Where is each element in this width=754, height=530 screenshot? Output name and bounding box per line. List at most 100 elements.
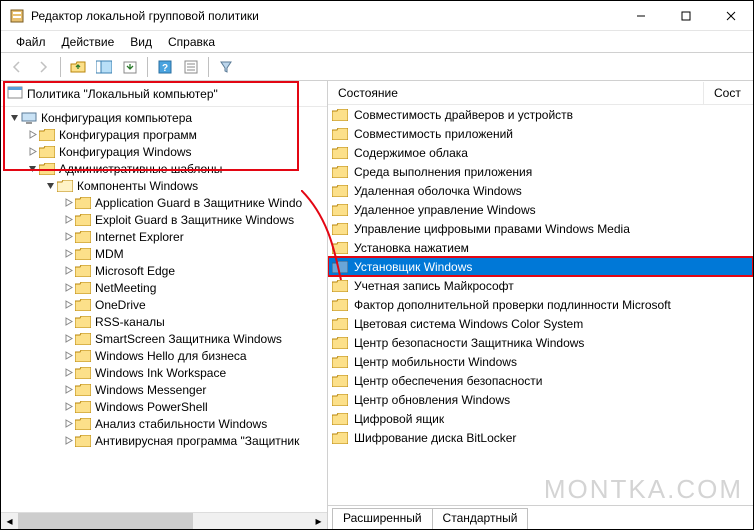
chevron-right-icon[interactable] bbox=[61, 383, 75, 397]
list-item-label: Центр безопасности Защитника Windows bbox=[354, 336, 584, 350]
column-header-state2[interactable]: Сост bbox=[703, 82, 753, 104]
list-item[interactable]: Учетная запись Майкрософт bbox=[328, 276, 753, 295]
tree-item[interactable]: Microsoft Edge bbox=[95, 264, 175, 278]
folder-icon bbox=[332, 375, 348, 387]
chevron-right-icon[interactable] bbox=[61, 213, 75, 227]
chevron-right-icon[interactable] bbox=[61, 264, 75, 278]
separator bbox=[147, 57, 148, 77]
chevron-right-icon[interactable] bbox=[61, 230, 75, 244]
list-item[interactable]: Установщик Windows bbox=[328, 257, 753, 276]
chevron-down-icon[interactable] bbox=[43, 179, 57, 193]
chevron-right-icon[interactable] bbox=[61, 366, 75, 380]
folder-icon bbox=[75, 384, 91, 396]
forward-button[interactable] bbox=[31, 55, 55, 79]
filter-button[interactable] bbox=[214, 55, 238, 79]
tree-item[interactable]: Application Guard в Защитнике Windo bbox=[95, 196, 302, 210]
list-item-label: Совместимость приложений bbox=[354, 127, 513, 141]
tree-item[interactable]: Конфигурация компьютера bbox=[41, 111, 192, 125]
chevron-right-icon[interactable] bbox=[25, 145, 39, 159]
list-item-label: Цветовая система Windows Color System bbox=[354, 317, 583, 331]
properties-button[interactable] bbox=[179, 55, 203, 79]
chevron-right-icon[interactable] bbox=[61, 332, 75, 346]
list-item[interactable]: Центр обеспечения безопасности bbox=[328, 371, 753, 390]
list-item[interactable]: Удаленная оболочка Windows bbox=[328, 181, 753, 200]
scroll-left-icon[interactable]: ◂ bbox=[1, 513, 18, 530]
tree-item[interactable]: OneDrive bbox=[95, 298, 146, 312]
chevron-right-icon[interactable] bbox=[61, 247, 75, 261]
menu-file[interactable]: Файл bbox=[9, 33, 53, 51]
tree-root-label[interactable]: Политика "Локальный компьютер" bbox=[27, 87, 218, 101]
tree-item[interactable]: Конфигурация программ bbox=[59, 128, 197, 142]
chevron-right-icon[interactable] bbox=[61, 196, 75, 210]
list-item[interactable]: Центр обновления Windows bbox=[328, 390, 753, 409]
tree-item[interactable]: Windows PowerShell bbox=[95, 400, 208, 414]
list-item[interactable]: Среда выполнения приложения bbox=[328, 162, 753, 181]
gpo-console-icon bbox=[7, 85, 23, 102]
tab-extended[interactable]: Расширенный bbox=[332, 508, 433, 529]
tree-item[interactable]: Internet Explorer bbox=[95, 230, 184, 244]
chevron-right-icon[interactable] bbox=[61, 281, 75, 295]
chevron-right-icon[interactable] bbox=[61, 349, 75, 363]
chevron-right-icon[interactable] bbox=[61, 315, 75, 329]
list-item[interactable]: Центр мобильности Windows bbox=[328, 352, 753, 371]
list-item-label: Цифровой ящик bbox=[354, 412, 444, 426]
tab-standard[interactable]: Стандартный bbox=[432, 508, 529, 529]
menu-help[interactable]: Справка bbox=[161, 33, 222, 51]
chevron-down-icon[interactable] bbox=[25, 162, 39, 176]
tree-item[interactable]: Административные шаблоны bbox=[59, 162, 222, 176]
list-item-label: Центр обеспечения безопасности bbox=[354, 374, 543, 388]
folder-icon bbox=[75, 282, 91, 294]
tree-item[interactable]: Windows Messenger bbox=[95, 383, 206, 397]
tree-item-selected[interactable]: Компоненты Windows bbox=[77, 179, 198, 193]
close-button[interactable] bbox=[708, 1, 753, 31]
list-pane: Состояние Сост Совместимость драйверов и… bbox=[328, 81, 753, 529]
list-item[interactable]: Установка нажатием bbox=[328, 238, 753, 257]
menu-view[interactable]: Вид bbox=[123, 33, 159, 51]
chevron-right-icon[interactable] bbox=[25, 128, 39, 142]
list-item[interactable]: Удаленное управление Windows bbox=[328, 200, 753, 219]
tree-item[interactable]: MDM bbox=[95, 247, 124, 261]
export-list-button[interactable] bbox=[118, 55, 142, 79]
list-item[interactable]: Совместимость драйверов и устройств bbox=[328, 105, 753, 124]
horizontal-scrollbar[interactable]: ◂ ▸ bbox=[1, 512, 327, 529]
up-folder-button[interactable] bbox=[66, 55, 90, 79]
list-item[interactable]: Фактор дополнительной проверки подлиннос… bbox=[328, 295, 753, 314]
chevron-down-icon[interactable] bbox=[7, 111, 21, 125]
separator bbox=[60, 57, 61, 77]
scroll-right-icon[interactable]: ▸ bbox=[310, 513, 327, 530]
help-button[interactable]: ? bbox=[153, 55, 177, 79]
tree-item[interactable]: Антивирусная программа "Защитник bbox=[95, 434, 299, 448]
list-item[interactable]: Цифровой ящик bbox=[328, 409, 753, 428]
back-button[interactable] bbox=[5, 55, 29, 79]
tree-item[interactable]: Windows Hello для бизнеса bbox=[95, 349, 247, 363]
minimize-button[interactable] bbox=[618, 1, 663, 31]
list-item-label: Удаленное управление Windows bbox=[354, 203, 536, 217]
chevron-right-icon[interactable] bbox=[61, 417, 75, 431]
chevron-right-icon[interactable] bbox=[61, 434, 75, 448]
chevron-right-icon[interactable] bbox=[61, 400, 75, 414]
list-item[interactable]: Содержимое облака bbox=[328, 143, 753, 162]
folder-icon bbox=[75, 214, 91, 226]
tree-item[interactable]: Exploit Guard в Защитнике Windows bbox=[95, 213, 294, 227]
folder-icon bbox=[332, 223, 348, 235]
show-hide-tree-button[interactable] bbox=[92, 55, 116, 79]
tree-item[interactable]: Конфигурация Windows bbox=[59, 145, 192, 159]
tree-item[interactable]: RSS-каналы bbox=[95, 315, 165, 329]
menu-action[interactable]: Действие bbox=[55, 33, 122, 51]
svg-text:?: ? bbox=[162, 63, 168, 74]
folder-icon bbox=[332, 280, 348, 292]
list-item[interactable]: Шифрование диска BitLocker bbox=[328, 428, 753, 447]
list-item[interactable]: Центр безопасности Защитника Windows bbox=[328, 333, 753, 352]
tree-item[interactable]: NetMeeting bbox=[95, 281, 156, 295]
tree-item[interactable]: Windows Ink Workspace bbox=[95, 366, 226, 380]
column-header-state[interactable]: Состояние bbox=[328, 82, 703, 104]
list-item[interactable]: Управление цифровыми правами Windows Med… bbox=[328, 219, 753, 238]
maximize-button[interactable] bbox=[663, 1, 708, 31]
tree-item[interactable]: SmartScreen Защитника Windows bbox=[95, 332, 282, 346]
list-item[interactable]: Цветовая система Windows Color System bbox=[328, 314, 753, 333]
folder-icon bbox=[75, 333, 91, 345]
tree-item[interactable]: Анализ стабильности Windows bbox=[95, 417, 267, 431]
folder-icon bbox=[75, 401, 91, 413]
list-item[interactable]: Совместимость приложений bbox=[328, 124, 753, 143]
chevron-right-icon[interactable] bbox=[61, 298, 75, 312]
